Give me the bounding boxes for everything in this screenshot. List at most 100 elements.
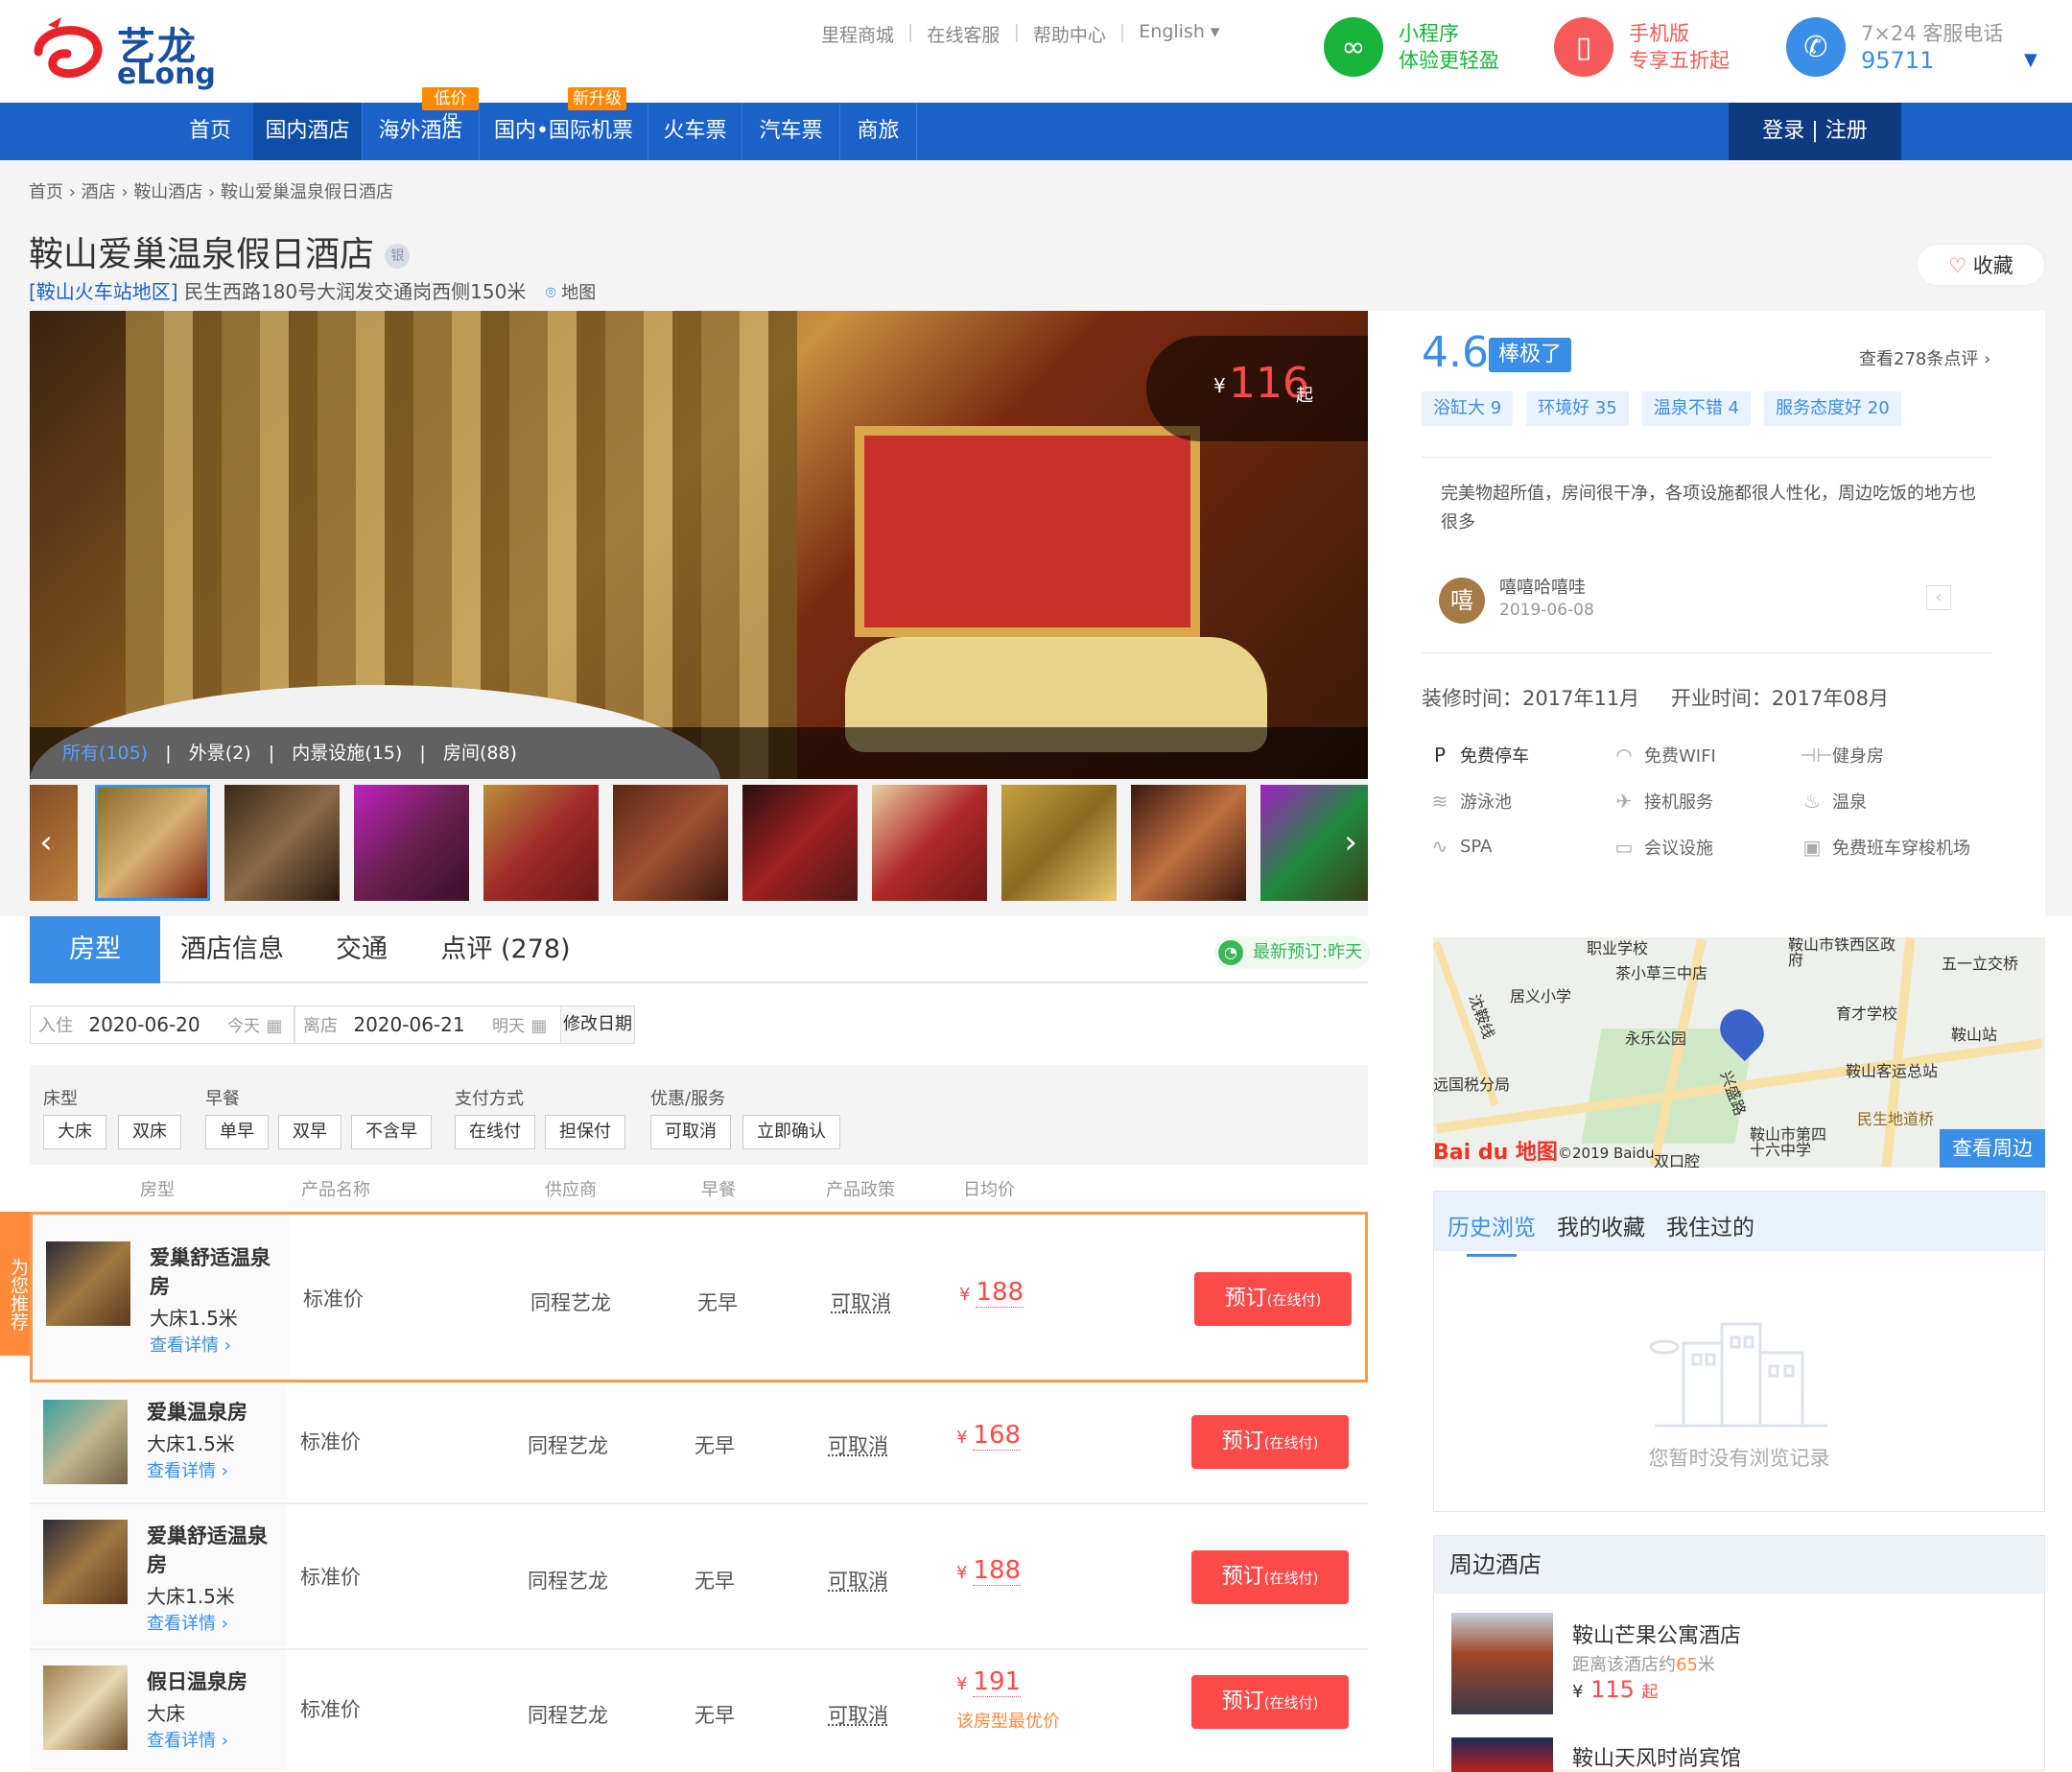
breadcrumb-city-hotels[interactable]: 鞍山酒店: [133, 182, 202, 202]
tab-reviews[interactable]: 点评 (278): [419, 916, 592, 983]
breadcrumb-hotels[interactable]: 酒店: [82, 182, 116, 202]
language-select[interactable]: English ▾: [1139, 21, 1219, 47]
room-name[interactable]: 爱巢温泉房: [147, 1398, 281, 1427]
filter-guarantee[interactable]: 担保付: [545, 1115, 625, 1149]
photo-thumbnail[interactable]: [613, 785, 728, 901]
breakfast: 无早: [695, 1434, 735, 1457]
checkin-relative: 今天: [226, 1017, 260, 1036]
checkin-date-field[interactable]: 入住 2020-06-20 今天 ▦: [30, 1005, 294, 1044]
photo-thumbnail[interactable]: [483, 785, 599, 901]
nav-bus[interactable]: 汽车票: [742, 103, 840, 160]
nearby-hotel-photo[interactable]: [1451, 1613, 1553, 1714]
nav-business-travel[interactable]: 商旅: [840, 103, 917, 160]
thumbnails-prev-icon[interactable]: ‹: [32, 814, 60, 871]
nav-home[interactable]: 首页: [178, 103, 242, 160]
favorite-button[interactable]: ♡ 收藏: [1917, 244, 2045, 286]
review-tag[interactable]: 浴缸大 9: [1422, 391, 1514, 426]
login-register-button[interactable]: 登录 | 注册: [1729, 103, 1901, 160]
currency-symbol: ¥: [1572, 1682, 1584, 1702]
nearby-hotel-photo[interactable]: [1451, 1737, 1553, 1772]
photo-tab-all[interactable]: 所有(105): [62, 743, 148, 764]
review-tag[interactable]: 服务态度好 20: [1764, 391, 1901, 426]
room-name[interactable]: 爱巢舒适温泉房: [147, 1522, 281, 1579]
photo-tab-interior[interactable]: 内景设施(15): [292, 743, 402, 764]
mileage-mall-link[interactable]: 里程商城: [821, 21, 894, 47]
best-price-note: 该房型最优价: [956, 1712, 1060, 1732]
filter-double-breakfast[interactable]: 双早: [278, 1115, 341, 1149]
help-center-link[interactable]: 帮助中心: [1033, 21, 1106, 47]
filter-king-bed[interactable]: 大床: [43, 1115, 106, 1149]
view-nearby-button[interactable]: 查看周边: [1940, 1129, 2045, 1168]
cancel-policy[interactable]: 可取消: [828, 1700, 888, 1729]
mobile-promo[interactable]: ▯ 手机版 专享五折起: [1554, 17, 1730, 77]
photo-thumbnail[interactable]: [872, 785, 987, 901]
room-details-link[interactable]: 查看详情 ›: [147, 1457, 228, 1482]
checkout-date-field[interactable]: 离店 2020-06-21 明天 ▦: [294, 1005, 561, 1044]
mini-program-promo[interactable]: ∞ 小程序 体验更轻盈: [1324, 17, 1499, 77]
filter-single-breakfast[interactable]: 单早: [205, 1115, 269, 1149]
photo-tab-exterior[interactable]: 外景(2): [189, 743, 251, 764]
see-all-reviews-link[interactable]: 查看278条点评 ›: [1859, 345, 1990, 370]
facility-label: 温泉: [1832, 792, 1867, 813]
nearby-hotel-name[interactable]: 鞍山天风时尚宾馆: [1572, 1741, 1741, 1772]
tab-history[interactable]: 历史浏览: [1448, 1209, 1536, 1257]
location-map[interactable]: 职业学校 鞍山市铁西区政府 五一立交桥 茶小草三中店 居义小学 育才学校 永乐公…: [1433, 937, 2045, 1168]
nav-train[interactable]: 火车票: [648, 103, 742, 160]
filter-pay-online[interactable]: 在线付: [455, 1115, 535, 1149]
cancel-policy[interactable]: 可取消: [831, 1288, 891, 1316]
thumbnails-next-icon[interactable]: ›: [1336, 814, 1365, 871]
nav-overseas-hotel[interactable]: 海外酒店 低价促: [363, 87, 480, 160]
filter-twin-bed[interactable]: 双床: [118, 1115, 181, 1149]
tab-room-types[interactable]: 房型: [30, 916, 160, 983]
room-details-link[interactable]: 查看详情 ›: [150, 1332, 231, 1357]
room-photo[interactable]: [43, 1520, 128, 1604]
room-photo[interactable]: [43, 1666, 128, 1750]
room-name[interactable]: 假日温泉房: [147, 1667, 281, 1696]
review-prev-icon[interactable]: ‹: [1926, 585, 1951, 610]
review-tag[interactable]: 温泉不错 4: [1641, 391, 1752, 426]
tab-hotel-info[interactable]: 酒店信息: [160, 916, 304, 983]
filter-no-breakfast[interactable]: 不含早: [351, 1115, 432, 1149]
map-pin-icon: ⌾: [545, 283, 556, 303]
room-details-link[interactable]: 查看详情 ›: [147, 1727, 228, 1752]
photo-thumbnail[interactable]: [354, 785, 469, 901]
cancel-policy[interactable]: 可取消: [828, 1430, 888, 1459]
elong-logo[interactable]: 艺龙 eLong: [29, 13, 216, 91]
book-button[interactable]: 预订(在线付): [1191, 1550, 1349, 1604]
tab-transport[interactable]: 交通: [304, 916, 419, 983]
tab-stayed[interactable]: 我住过的: [1666, 1209, 1754, 1241]
room-details-link[interactable]: 查看详情 ›: [147, 1610, 228, 1635]
book-button[interactable]: 预订(在线付): [1191, 1675, 1349, 1729]
facility-label: 健身房: [1832, 746, 1884, 767]
tab-favorites[interactable]: 我的收藏: [1557, 1209, 1645, 1241]
photo-thumbnail[interactable]: [95, 785, 210, 901]
photo-thumbnail[interactable]: [1131, 785, 1246, 901]
facility-hot-spring: ♨ 温泉: [1800, 789, 1867, 814]
room-photo[interactable]: [46, 1241, 130, 1326]
cancel-policy[interactable]: 可取消: [828, 1566, 888, 1595]
online-service-link[interactable]: 在线客服: [927, 21, 1000, 47]
photo-tab-rooms[interactable]: 房间(88): [443, 743, 517, 764]
review-tag[interactable]: 环境好 35: [1526, 391, 1629, 426]
room-photo[interactable]: [43, 1400, 128, 1484]
photo-thumbnail[interactable]: [1001, 785, 1117, 901]
book-button[interactable]: 预订(在线付): [1191, 1415, 1349, 1469]
map-link[interactable]: ⌾ 地图: [546, 283, 597, 303]
book-button[interactable]: 预订(在线付): [1194, 1272, 1352, 1326]
modify-date-button[interactable]: 修改日期: [560, 1005, 635, 1044]
photo-thumbnail[interactable]: [224, 785, 340, 901]
hotel-area-link[interactable]: [鞍山火车站地区]: [29, 280, 178, 303]
hotline-dropdown-icon[interactable]: ▼: [2024, 50, 2037, 70]
photo-thumbnail[interactable]: [742, 785, 858, 901]
see-all-label: 查看278条点评: [1859, 349, 1979, 369]
nearby-hotel-name[interactable]: 鞍山芒果公寓酒店: [1572, 1618, 1741, 1649]
breadcrumb-home[interactable]: 首页: [29, 182, 63, 202]
filter-instant-confirm[interactable]: 立即确认: [742, 1115, 840, 1149]
filter-cancellable[interactable]: 可取消: [650, 1115, 731, 1149]
room-name[interactable]: 爱巢舒适温泉房: [150, 1243, 284, 1301]
nav-domestic-hotel[interactable]: 国内酒店: [253, 103, 363, 160]
checkout-relative: 明天: [491, 1017, 525, 1036]
hotline-promo[interactable]: ✆ 7×24 客服电话 95711: [1786, 17, 2003, 77]
silver-level-icon: 银: [385, 244, 411, 269]
nav-flights[interactable]: 国内•国际机票 新升级: [480, 87, 648, 160]
